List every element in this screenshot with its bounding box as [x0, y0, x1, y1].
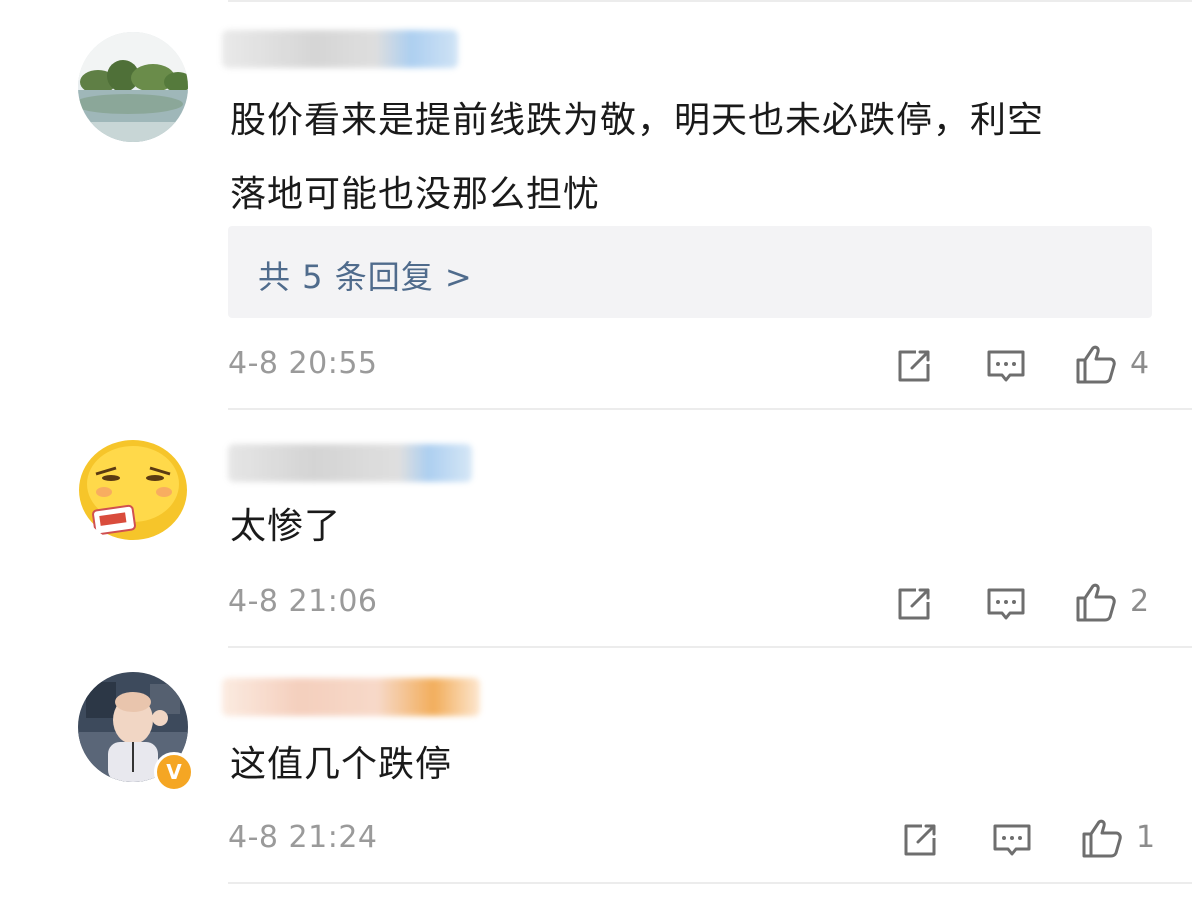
like-count: 4: [1130, 346, 1150, 381]
username-blurred[interactable]: [228, 444, 472, 482]
comment-text: 这值几个跌停: [230, 744, 453, 785]
username-blurred[interactable]: [222, 678, 480, 716]
user-avatar[interactable]: [78, 32, 188, 142]
share-icon[interactable]: [892, 344, 936, 388]
user-avatar[interactable]: [78, 434, 188, 544]
like-icon[interactable]: [1080, 816, 1124, 860]
comment-text: 股价看来是提前线跌为敬，明天也未必跌停，利空 落地可能也没那么担忧: [230, 84, 1150, 232]
comment-timestamp: 4-8 20:55: [228, 346, 378, 381]
comment-icon[interactable]: [984, 344, 1028, 388]
like-count: 1: [1136, 820, 1156, 855]
like-icon[interactable]: [1074, 342, 1118, 386]
comment-timestamp: 4-8 21:24: [228, 820, 378, 855]
like-icon[interactable]: [1074, 580, 1118, 624]
comment-icon[interactable]: [984, 582, 1028, 626]
comment-text-line: 落地可能也没那么担忧: [230, 174, 601, 215]
comment-text: 太惨了: [230, 506, 342, 547]
comment-item: 太惨了 4-8 21:06 2: [0, 410, 1192, 648]
verified-badge: V: [154, 752, 194, 792]
comment-divider: [228, 882, 1192, 884]
like-count: 2: [1130, 584, 1150, 619]
comment-item: 股价看来是提前线跌为敬，明天也未必跌停，利空 落地可能也没那么担忧 共 5 条回…: [0, 0, 1192, 410]
comment-icon[interactable]: [990, 818, 1034, 862]
comment-text-line: 股价看来是提前线跌为敬，明天也未必跌停，利空: [230, 100, 1045, 141]
share-icon[interactable]: [892, 582, 936, 626]
username-blurred[interactable]: [222, 30, 458, 68]
comment-item: V 这值几个跌停 4-8 21:24 1: [0, 648, 1192, 898]
share-icon[interactable]: [898, 818, 942, 862]
comment-timestamp: 4-8 21:06: [228, 584, 378, 619]
reply-summary-box[interactable]: 共 5 条回复 >: [228, 226, 1152, 318]
view-replies-link[interactable]: 共 5 条回复 >: [258, 252, 473, 298]
